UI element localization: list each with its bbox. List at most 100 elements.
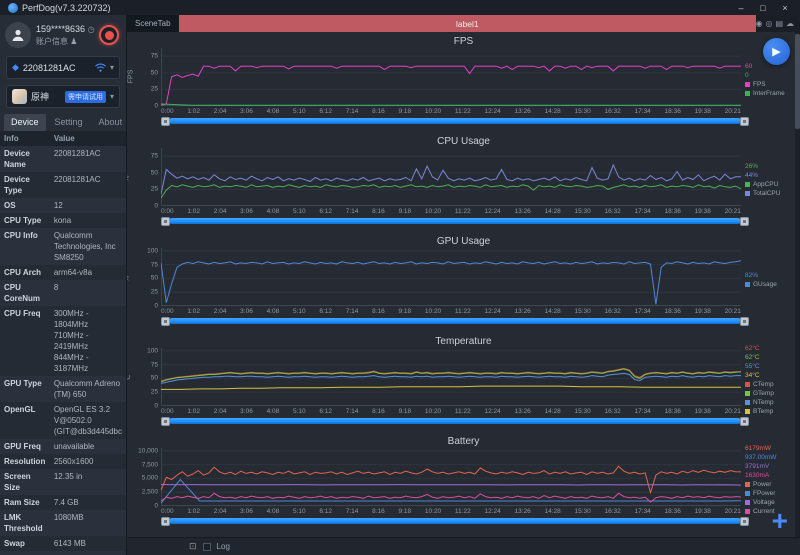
range-slider-battery[interactable] — [161, 517, 749, 526]
row-key: Device Name — [0, 146, 50, 172]
folder-icon[interactable]: ▤ — [775, 19, 783, 28]
legend-label: TotalCPU — [753, 189, 781, 197]
marker-icon[interactable]: ◎ — [765, 19, 772, 28]
x-tick-label: 1:02 — [187, 107, 201, 115]
range-slider-fps[interactable] — [161, 117, 749, 126]
avatar[interactable] — [5, 22, 31, 48]
chart-plot-gpu[interactable] — [161, 248, 741, 306]
x-tick-label: 12:24 — [484, 407, 501, 415]
x-tick-label: 9:18 — [398, 107, 412, 115]
table-row: Device Name 22081281AC — [0, 146, 126, 172]
x-tick-label: 12:24 — [484, 507, 501, 515]
minimize-button[interactable]: – — [730, 3, 752, 13]
log-expander-icon[interactable]: ⊡ — [189, 541, 197, 552]
label-bar-text: label1 — [455, 18, 479, 29]
maximize-button[interactable]: □ — [752, 3, 774, 13]
x-tick-label: 13:26 — [514, 107, 531, 115]
x-tick-label: 20:21 — [724, 507, 741, 515]
app-badge[interactable]: 需申请试用 — [64, 90, 106, 103]
row-value: 12 — [49, 198, 126, 213]
series-Voltage — [161, 484, 741, 486]
slider-handle-left[interactable] — [161, 317, 170, 326]
play-button[interactable]: ▶ — [763, 38, 790, 65]
app-icon — [12, 89, 27, 104]
header-info: Info — [0, 131, 50, 146]
row-value: kona — [49, 213, 126, 228]
log-checkbox[interactable] — [202, 542, 211, 551]
slider-handle-left[interactable] — [161, 417, 170, 426]
slider-track[interactable] — [169, 318, 741, 324]
x-tick-label: 14:28 — [544, 307, 561, 315]
x-tick-label: 1:02 — [187, 207, 201, 215]
scene-tab-bar: SceneTab label1 ◉ ◎ ▤ ☁ — [127, 15, 800, 32]
x-axis-temperature: 0:00 1:02 2:04 3:06 4:08 5:10 6:12 7:14 8:16 9:18… — [161, 406, 741, 416]
x-tick-label: 8:16 — [372, 107, 385, 115]
main-area: SceneTab label1 ◉ ◎ ▤ ☁ ▶ + FPS FPS 0 25 50 7… — [127, 15, 800, 555]
range-slider-temperature[interactable] — [161, 417, 749, 426]
history-icon[interactable]: ◷ — [88, 25, 95, 34]
table-row: CPU CoreNum 8 — [0, 280, 126, 306]
table-row: CPU Info Qualcomm Technologies, Inc SM825… — [0, 228, 126, 265]
chart-plot-fps[interactable] — [161, 48, 741, 106]
chart-battery: Battery 0 2,500 5,000 7,500 10,000 6179mW 937.0… — [127, 435, 800, 535]
close-button[interactable]: × — [774, 3, 796, 13]
account-info-link[interactable]: 账户信息 — [36, 37, 68, 46]
slider-handle-right[interactable] — [740, 517, 749, 526]
row-value: 300MHz - 1804MHz 710MHz - 2419MHz 844MHz… — [49, 306, 126, 376]
tab-scene[interactable]: SceneTab — [127, 15, 179, 32]
app-select[interactable]: 原神 需申请试用 ▾ — [6, 85, 120, 108]
y-tick-label: 100 — [147, 247, 158, 255]
label-bar[interactable]: label1 — [178, 15, 756, 32]
device-select[interactable]: ◆ 22081281AC ▾ — [6, 56, 120, 79]
x-tick-label: 13:26 — [514, 207, 531, 215]
range-slider-gpu[interactable] — [161, 317, 749, 326]
x-tick-label: 18:36 — [664, 107, 681, 115]
x-tick-label: 13:26 — [514, 407, 531, 415]
slider-handle-right[interactable] — [740, 317, 749, 326]
chart-right-col-cpu: 26% 44% AppCPU TotalCPU — [741, 148, 797, 206]
slider-handle-right[interactable] — [740, 417, 749, 426]
pin-icon[interactable]: ◉ — [755, 19, 762, 28]
slider-track[interactable] — [169, 518, 741, 524]
tab-device[interactable]: Device — [4, 114, 46, 131]
tab-setting[interactable]: Setting — [48, 114, 90, 131]
chart-plot-battery[interactable] — [161, 448, 741, 506]
app-title: PerfDog(v7.3.220732) — [22, 2, 111, 13]
slider-handle-right[interactable] — [740, 217, 749, 226]
slider-track[interactable] — [169, 218, 741, 224]
legend-label: Power — [753, 480, 772, 488]
x-tick-label: 3:06 — [240, 107, 253, 115]
series-FPS — [161, 65, 741, 106]
chart-plot-temperature[interactable] — [161, 348, 741, 406]
x-tick-label: 19:38 — [694, 207, 711, 215]
cloud-icon[interactable]: ☁ — [786, 19, 794, 28]
legend-item-TotalCPU: TotalCPU — [745, 190, 795, 198]
slider-handle-left[interactable] — [161, 517, 170, 526]
slider-track[interactable] — [169, 118, 741, 124]
x-tick-label: 1:02 — [187, 307, 201, 315]
play-icon: ▶ — [772, 46, 781, 58]
slider-handle-left[interactable] — [161, 117, 170, 126]
plot-row-cpu: % 0 25 50 75 26%44%AppCPUTotalCPU — [127, 148, 800, 210]
series-BTemp — [161, 385, 741, 390]
chart-fps: FPS FPS 0 25 50 75 60 0 FPS InterFrame 0:00 1:02 2:0… — [127, 35, 800, 135]
x-tick-label: 11:22 — [454, 207, 471, 215]
slider-handle-left[interactable] — [161, 217, 170, 226]
row-value: 22081281AC — [49, 146, 126, 172]
x-tick-label: 11:22 — [454, 307, 471, 315]
y-tick-label: 25 — [150, 288, 158, 296]
record-button[interactable] — [99, 25, 119, 45]
range-slider-cpu[interactable] — [161, 217, 749, 226]
current-value: 82% — [745, 271, 759, 279]
device-icon: ◆ — [12, 62, 19, 72]
chart-plot-cpu[interactable] — [161, 148, 741, 206]
x-tick-label: 2:04 — [213, 207, 227, 215]
slider-track[interactable] — [169, 418, 741, 424]
current-value: 26% — [745, 162, 759, 170]
table-row: Swap 6143 MB — [0, 536, 126, 551]
x-axis-fps: 0:00 1:02 2:04 3:06 4:08 5:10 6:12 7:14 8:16 9:18… — [161, 106, 741, 116]
legend-label: FPower — [753, 489, 776, 497]
tab-about[interactable]: About — [92, 114, 130, 131]
slider-handle-right[interactable] — [740, 117, 749, 126]
add-chart-button[interactable]: + — [772, 507, 788, 535]
